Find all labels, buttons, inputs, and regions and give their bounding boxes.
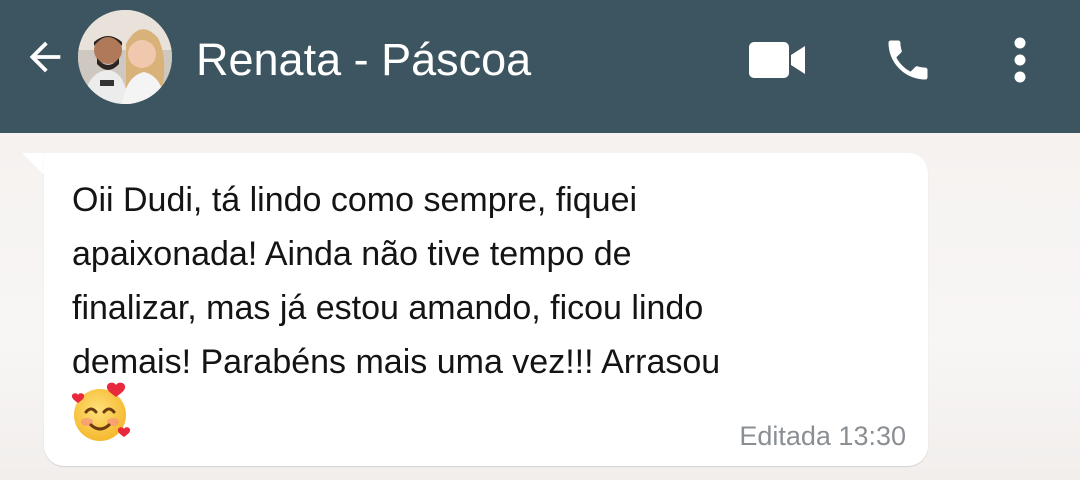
- message-time: 13:30: [838, 421, 906, 451]
- message-line: finalizar, mas já estou amando, ficou li…: [72, 289, 704, 327]
- more-options-button[interactable]: [1000, 30, 1040, 90]
- back-button[interactable]: [18, 30, 72, 84]
- contact-name[interactable]: Renata - Páscoa: [196, 34, 531, 86]
- avatar[interactable]: [78, 10, 172, 104]
- video-camera-icon: [749, 42, 805, 78]
- message-line: apaixonada! Ainda não tive tempo de: [72, 235, 632, 273]
- video-call-button[interactable]: [745, 34, 811, 86]
- smiling-face-with-hearts-icon: [71, 382, 131, 441]
- phone-icon: [888, 40, 928, 80]
- message-bubble[interactable]: Oii Dudi, tá lindo como sempre, fiquei a…: [44, 153, 928, 466]
- message-line: demais! Parabéns mais uma vez!!! Arrasou: [72, 343, 721, 381]
- voice-call-button[interactable]: [878, 30, 938, 90]
- edited-label: Editada: [739, 421, 831, 451]
- message-line: Oii Dudi, tá lindo como sempre, fiquei: [72, 181, 638, 219]
- bubble-tail: [22, 153, 44, 175]
- avatar-photo: [78, 10, 172, 104]
- message-text: Oii Dudi, tá lindo como sempre, fiquei a…: [72, 173, 902, 389]
- chat-header: Renata - Páscoa: [0, 0, 1080, 133]
- more-vert-icon: [1014, 37, 1026, 83]
- arrow-left-icon: [29, 41, 61, 73]
- message-meta: Editada 13:30: [739, 421, 906, 452]
